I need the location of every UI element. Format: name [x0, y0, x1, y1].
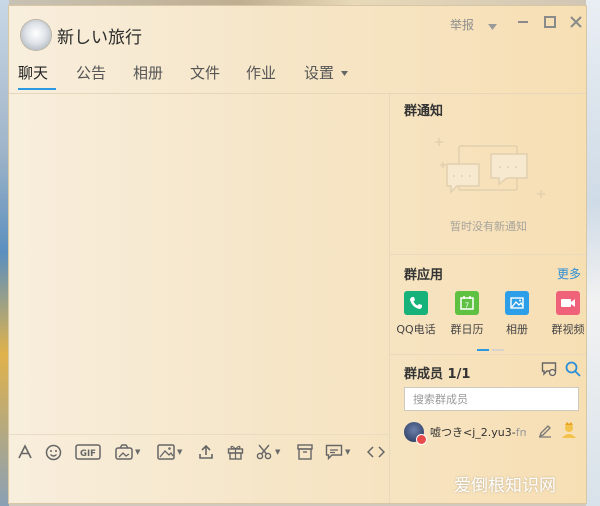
svg-text:GIF: GIF	[80, 449, 96, 459]
member-status-badge	[416, 434, 427, 445]
video-icon	[556, 291, 580, 315]
image-icon[interactable]: ▼	[157, 442, 182, 462]
gif-icon[interactable]: GIF	[75, 442, 101, 462]
upload-icon[interactable]	[198, 442, 214, 462]
tab-settings[interactable]: 设置	[304, 62, 348, 83]
tab-homework[interactable]: 作业	[246, 62, 276, 83]
sidebar-divider	[389, 93, 390, 503]
member-list-item[interactable]: 嘘つき<j_2.yu3-fm	[402, 420, 582, 445]
scissors-icon[interactable]: ▼	[256, 442, 280, 462]
archive-icon[interactable]	[297, 442, 313, 462]
app-label: 群视频	[551, 323, 585, 336]
chevron-down-icon[interactable]: ▼	[177, 448, 182, 456]
group-title: 新しい旅行	[57, 28, 142, 48]
empty-notice-text: 暂时没有新通知	[450, 220, 527, 233]
tab-album[interactable]: 相册	[133, 62, 163, 83]
app-label: 群日历	[450, 323, 484, 336]
chevron-down-icon[interactable]: ▼	[275, 448, 280, 456]
section-divider	[390, 354, 586, 355]
app-album[interactable]: 相册	[492, 291, 542, 337]
notice-title: 群通知	[404, 104, 444, 119]
chat-message-area[interactable]	[9, 94, 389, 434]
member-search-input[interactable]	[404, 387, 579, 411]
phone-icon	[404, 291, 428, 315]
desktop-background-right	[586, 0, 600, 506]
close-icon[interactable]	[570, 16, 582, 31]
tab-settings-label: 设置	[304, 64, 335, 82]
gift-icon[interactable]	[227, 442, 244, 462]
screenshot-icon[interactable]: ▼	[115, 442, 140, 462]
maximize-icon[interactable]	[544, 16, 556, 31]
section-divider	[390, 254, 586, 255]
member-name-text: 嘘つき<j_2.yu3-	[430, 426, 516, 439]
report-button[interactable]: 举报	[450, 16, 474, 33]
desktop-background-left	[0, 0, 9, 506]
tab-announcement[interactable]: 公告	[76, 62, 106, 83]
photo-icon	[505, 291, 529, 315]
emoji-icon[interactable]	[45, 442, 62, 462]
svg-text:7: 7	[465, 302, 469, 310]
qq-group-chat-window: 新しい旅行 举报 聊天 公告 相册 文件 作业 设置 GIF ▼ ▼ ▼ ▼ 群…	[9, 6, 586, 503]
search-icon[interactable]	[565, 361, 581, 381]
chevron-down-icon[interactable]: ▼	[135, 448, 140, 456]
owner-badge-icon	[560, 421, 578, 443]
chevron-down-icon[interactable]: ▼	[345, 448, 350, 456]
member-name-faded: fm	[515, 426, 526, 439]
minimize-icon[interactable]	[517, 16, 529, 31]
calendar-icon: 7	[455, 291, 479, 315]
code-icon[interactable]	[367, 442, 385, 462]
caret-down-icon	[340, 71, 348, 76]
tab-chat[interactable]: 聊天	[18, 62, 48, 83]
watermark: 爱倒根知识网	[454, 476, 556, 496]
chevron-down-icon[interactable]	[488, 19, 497, 33]
group-avatar[interactable]	[21, 20, 51, 50]
empty-notice-illustration	[429, 134, 549, 210]
app-label: QQ电话	[396, 323, 436, 336]
input-toolbar: GIF ▼ ▼ ▼ ▼	[9, 434, 389, 469]
app-label: 相册	[506, 323, 528, 336]
tab-files[interactable]: 文件	[190, 62, 220, 83]
apps-page-indicator-active[interactable]	[477, 349, 489, 351]
apps-title: 群应用	[404, 268, 444, 283]
members-title: 群成员 1/1	[404, 367, 471, 382]
app-group-video[interactable]: 群视频	[543, 291, 593, 337]
member-manage-icon[interactable]	[541, 361, 557, 381]
edit-icon[interactable]	[538, 424, 552, 442]
member-name: 嘘つき<j_2.yu3-fm	[430, 424, 526, 440]
voice-message-icon[interactable]: ▼	[325, 442, 350, 462]
app-group-calendar[interactable]: 7 群日历	[442, 291, 492, 337]
font-icon[interactable]	[17, 442, 33, 462]
app-qq-call[interactable]: QQ电话	[391, 291, 441, 337]
active-tab-indicator	[18, 88, 56, 90]
more-apps-link[interactable]: 更多	[557, 265, 581, 282]
apps-page-indicator[interactable]	[492, 349, 504, 351]
